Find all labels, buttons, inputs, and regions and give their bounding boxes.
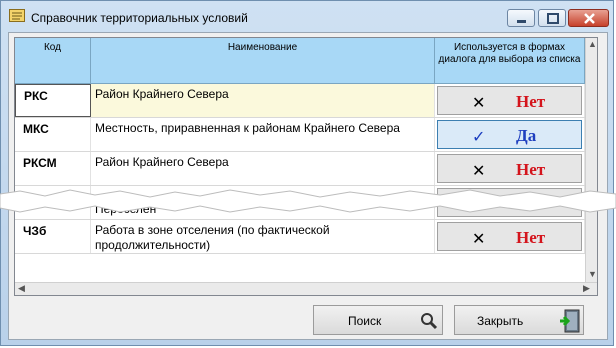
territory-grid: Код Наименование Используется в формах д… bbox=[14, 37, 598, 296]
maximize-icon bbox=[547, 13, 559, 24]
window-title: Справочник территориальных условий bbox=[31, 11, 248, 25]
code-cell[interactable]: ЧЗб bbox=[15, 220, 91, 253]
table-row[interactable]: РКСМ Район Крайнего Севера ✕ Нет bbox=[15, 152, 585, 186]
flag-toggle-button[interactable]: ✕ Нет bbox=[437, 154, 582, 183]
search-button[interactable]: Поиск bbox=[313, 305, 443, 335]
flag-label: Нет bbox=[516, 92, 546, 111]
close-window-button[interactable] bbox=[568, 9, 609, 27]
exit-door-icon bbox=[560, 309, 580, 333]
title-bar[interactable]: Справочник территориальных условий bbox=[1, 1, 613, 31]
flag-label: Да bbox=[516, 126, 537, 145]
flag-toggle-button[interactable]: ✕ Нет bbox=[437, 222, 582, 251]
name-cell[interactable]: Работа в зоне отселения (по фактической … bbox=[91, 220, 435, 253]
close-button[interactable]: Закрыть bbox=[454, 305, 584, 335]
table-row[interactable]: РКС Район Крайнего Севера ✕ Нет bbox=[15, 84, 585, 118]
search-button-label: Поиск bbox=[348, 314, 382, 328]
flag-cell: ✕ Нет bbox=[435, 220, 585, 253]
flag-label: Нет bbox=[516, 160, 546, 179]
column-header-name[interactable]: Наименование bbox=[91, 38, 435, 84]
column-header-code[interactable]: Код bbox=[15, 38, 91, 84]
client-area: Код Наименование Используется в формах д… bbox=[8, 32, 608, 340]
cross-icon: ✕ bbox=[472, 231, 486, 248]
name-cell[interactable]: Район Крайнего Севера bbox=[91, 84, 435, 117]
app-icon bbox=[9, 9, 25, 22]
cross-icon: ✕ bbox=[472, 163, 486, 180]
magnifier-icon bbox=[421, 313, 438, 330]
flag-toggle-button[interactable]: ✕ Нет bbox=[437, 86, 582, 115]
check-icon: ✓ bbox=[472, 129, 486, 146]
dialog-window: Справочник территориальных условий Код Н… bbox=[0, 0, 614, 346]
code-cell[interactable]: РКС bbox=[15, 84, 91, 117]
code-cell[interactable]: МКС bbox=[15, 118, 91, 151]
flag-toggle-button[interactable]: ✓ Да bbox=[437, 120, 582, 149]
torn-edge-overlay bbox=[0, 189, 616, 213]
minimize-icon bbox=[517, 20, 526, 23]
flag-cell: ✓ Да bbox=[435, 118, 585, 151]
code-cell[interactable]: РКСМ bbox=[15, 152, 91, 185]
scroll-down-icon[interactable]: ▼ bbox=[588, 269, 597, 279]
table-row[interactable]: ЧЗб Работа в зоне отселения (по фактичес… bbox=[15, 220, 585, 254]
horizontal-scrollbar[interactable]: ◀ ▶ bbox=[15, 282, 597, 295]
maximize-button[interactable] bbox=[538, 9, 566, 27]
cross-icon: ✕ bbox=[472, 95, 486, 112]
scroll-right-icon[interactable]: ▶ bbox=[583, 283, 590, 294]
name-cell[interactable]: Местность, приравненная к районам Крайне… bbox=[91, 118, 435, 151]
name-cell[interactable]: Район Крайнего Севера bbox=[91, 152, 435, 185]
close-button-label: Закрыть bbox=[477, 314, 524, 328]
flag-cell: ✕ Нет bbox=[435, 84, 585, 117]
vertical-scrollbar[interactable]: ▲ ▼ bbox=[585, 38, 597, 282]
flag-cell: ✕ Нет bbox=[435, 152, 585, 185]
scroll-left-icon[interactable]: ◀ bbox=[18, 283, 25, 294]
flag-label: Нет bbox=[516, 228, 546, 247]
close-icon bbox=[584, 13, 595, 24]
minimize-button[interactable] bbox=[507, 9, 535, 27]
table-row[interactable]: МКС Местность, приравненная к районам Кр… bbox=[15, 118, 585, 152]
scroll-up-icon[interactable]: ▲ bbox=[588, 39, 597, 49]
column-header-used-in-forms[interactable]: Используется в формах диалога для выбора… bbox=[435, 38, 585, 84]
